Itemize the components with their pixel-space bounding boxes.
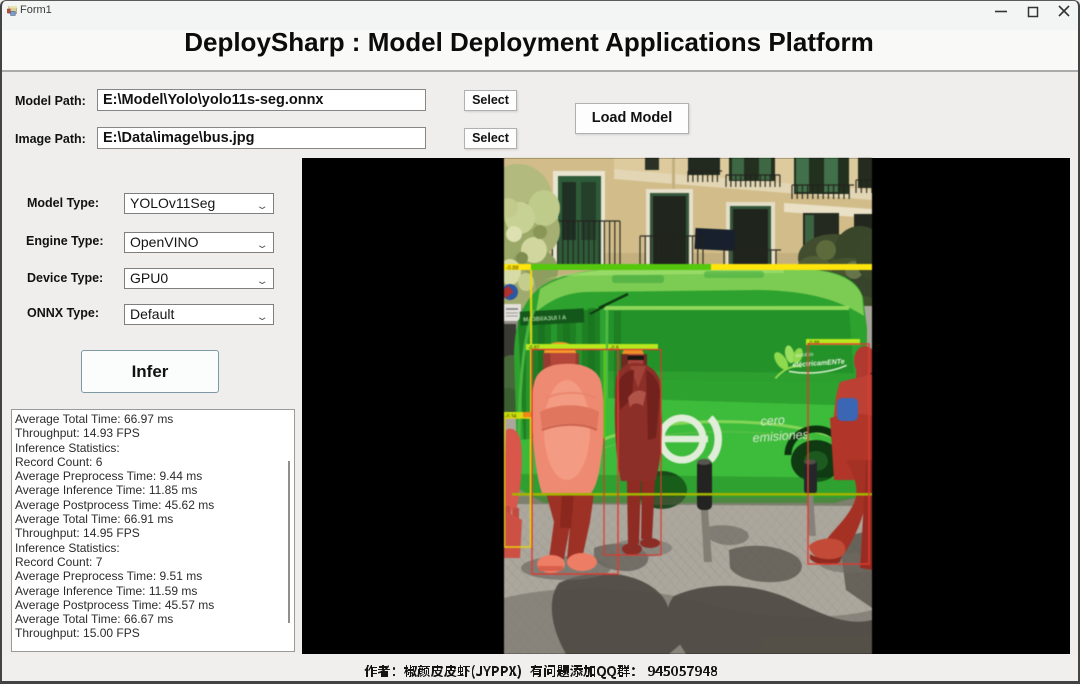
svg-text:autobús: autobús <box>796 352 815 359</box>
svg-text:-0.88: -0.88 <box>506 266 519 272</box>
svg-text:-0.87: -0.87 <box>528 345 540 351</box>
svg-text:-0.88: -0.88 <box>808 340 820 346</box>
svg-text:-0.34: -0.34 <box>505 414 517 420</box>
svg-text:cero: cero <box>760 413 785 429</box>
